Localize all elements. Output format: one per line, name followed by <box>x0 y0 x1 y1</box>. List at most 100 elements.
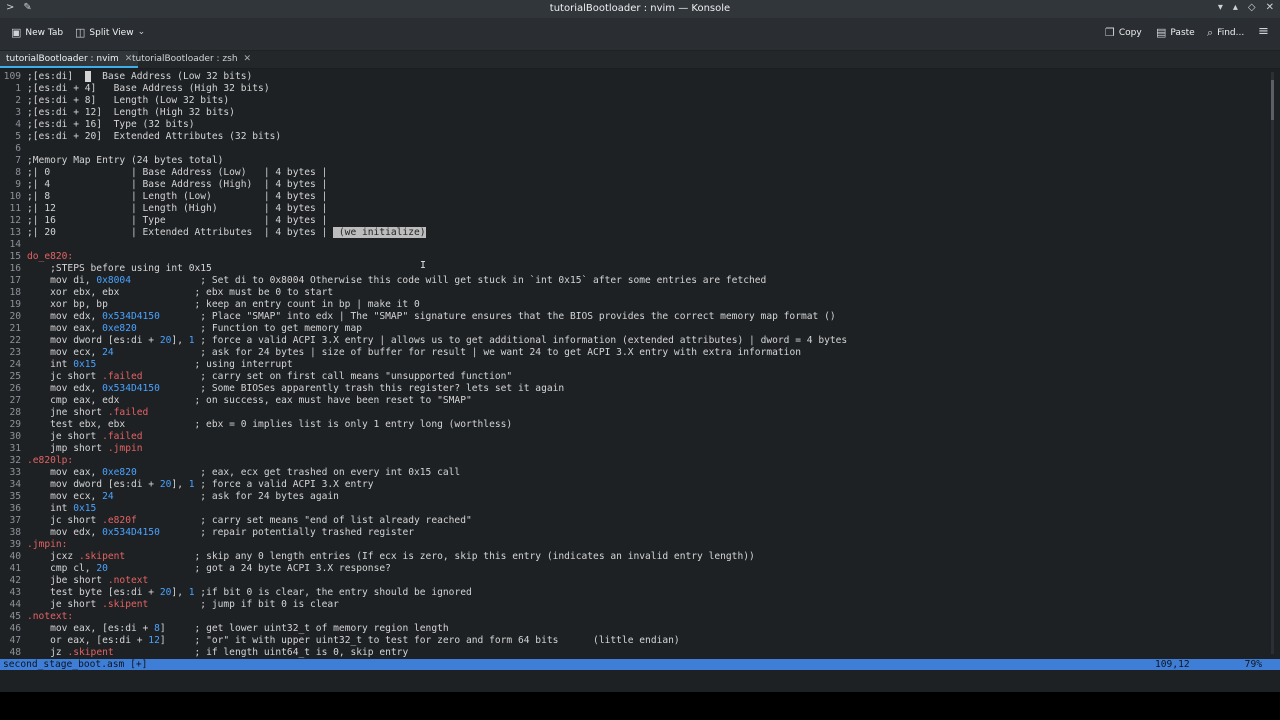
code-line[interactable]: 48 jz .skipent ; if length uint64_t is 0… <box>0 647 408 659</box>
code-line[interactable]: 37 jc short .e820f ; carry set means "en… <box>0 515 471 527</box>
code-token: mov edx, <box>27 527 103 538</box>
code-line[interactable]: 38 mov edx, 0x534D4150 ; repair potentia… <box>0 527 414 539</box>
title-bar: > ✎ tutorialBootloader : nvim — Konsole … <box>0 0 1280 18</box>
code-line[interactable]: 43 test byte [es:di + 20], 1 ;if bit 0 i… <box>0 587 471 599</box>
find-label: Find... <box>1217 27 1245 38</box>
code-token: ; repair potentially trashed register <box>159 527 415 538</box>
code-line[interactable]: 109 ;[es:di] Base Address (Low 32 bits) <box>0 71 252 83</box>
code-line[interactable]: 13 ;| 20 | Extended Attributes | 4 bytes … <box>0 227 426 239</box>
code-line[interactable]: 18 xor ebx, ebx ; ebx must be 0 to start <box>0 287 333 299</box>
scrollbar-track[interactable] <box>1271 72 1274 654</box>
copy-button[interactable]: ❐ Copy <box>1105 27 1142 38</box>
find-button[interactable]: ⌕ Find... <box>1207 27 1244 38</box>
code-line[interactable]: 6 <box>0 143 27 155</box>
code-line[interactable]: 39 .jmpin: <box>0 539 67 551</box>
code-line[interactable]: 22 mov dword [es:di + 20], 1 ; force a v… <box>0 335 847 347</box>
split-view-label: Split View <box>89 27 134 38</box>
code-line[interactable]: 19 xor bp, bp ; keep an entry count in b… <box>0 299 419 311</box>
code-token: mov ecx, <box>27 347 103 358</box>
tab-nvim[interactable]: tutorialBootloader : nvim ✕ <box>0 51 139 68</box>
code-line[interactable]: 45 .notext: <box>0 611 73 623</box>
code-line[interactable]: 21 mov eax, 0xe820 ; Function to get mem… <box>0 323 362 335</box>
new-tab-button[interactable]: ▣ New Tab <box>11 27 63 38</box>
command-line[interactable] <box>0 670 1280 692</box>
new-tab-label: New Tab <box>25 27 64 38</box>
code-line[interactable]: 10 ;| 8 | Length (Low) | 4 bytes | <box>0 191 327 203</box>
code-line[interactable]: 27 cmp eax, edx ; on success, eax must h… <box>0 395 471 407</box>
code-line[interactable]: 28 jne short .failed <box>0 407 148 419</box>
split-view-button[interactable]: ◫ Split View ⌄ <box>75 27 145 38</box>
code-line[interactable]: 41 cmp cl, 20 ; got a 24 byte ACPI 3.X r… <box>0 563 391 575</box>
code-line[interactable]: 44 je short .skipent ; jump if bit 0 is … <box>0 599 338 611</box>
hamburger-menu-button[interactable]: ≡ <box>1258 25 1269 38</box>
line-number: 28 <box>9 407 21 418</box>
line-number: 30 <box>9 431 21 442</box>
expand-icon[interactable]: ▴ <box>1233 2 1238 13</box>
nvim-editor[interactable]: 109 ;[es:di] Base Address (Low 32 bits) 1;… <box>0 69 1280 659</box>
code-line[interactable]: 7 ;Memory Map Entry (24 bytes total) <box>0 155 223 167</box>
code-line[interactable]: 16 ;STEPS before using int 0x15 <box>0 263 211 275</box>
code-line[interactable]: 20 mov edx, 0x534D4150 ; Place "SMAP" in… <box>0 311 835 323</box>
window-title: tutorialBootloader : nvim — Konsole <box>549 3 731 14</box>
code-line[interactable]: 33 mov eax, 0xe820 ; eax, ecx get trashe… <box>0 467 460 479</box>
code-line[interactable]: 3 ;[es:di + 12] Length (High 32 bits) <box>0 107 235 119</box>
scrollbar-thumb[interactable] <box>1271 80 1274 120</box>
code-line[interactable]: 25 jc short .failed ; carry set on first… <box>0 371 512 383</box>
line-number: 18 <box>9 287 21 298</box>
code-line[interactable]: 40 jcxz .skipent ; skip any 0 length ent… <box>0 551 754 563</box>
paste-button[interactable]: ▤ Paste <box>1156 27 1195 38</box>
code-line[interactable]: 14 <box>0 239 27 251</box>
code-line[interactable]: 17 mov di, 0x8004 ; Set di to 0x8004 Oth… <box>0 275 766 287</box>
code-token: ; ask for 24 bytes | size of buffer for … <box>113 347 801 358</box>
maximize-icon[interactable]: ◇ <box>1248 2 1256 13</box>
status-line: second_stage_boot.asm [+] 109,12 79% <box>0 659 1280 670</box>
code-token: ;| 12 | Length (High) | 4 bytes | <box>27 203 328 214</box>
collapse-icon[interactable]: ▾ <box>1218 2 1223 13</box>
line-number: 37 <box>9 515 21 526</box>
code-line[interactable]: 12 ;| 16 | Type | 4 bytes | <box>0 215 327 227</box>
code-line[interactable]: 11 ;| 12 | Length (High) | 4 bytes | <box>0 203 327 215</box>
code-token: 0x15 <box>73 359 97 370</box>
code-line[interactable]: 4 ;[es:di + 16] Type (32 bits) <box>0 119 194 131</box>
code-line[interactable]: 31 jmp short .jmpin <box>0 443 142 455</box>
line-number: 32 <box>9 455 21 466</box>
code-line[interactable]: 36 int 0x15 <box>0 503 96 515</box>
code-line[interactable]: 32 .e820lp: <box>0 455 73 467</box>
code-token: ;| 4 | Base Address (High) | 4 bytes | <box>27 179 328 190</box>
code-token: je short <box>27 431 103 442</box>
code-line[interactable]: 5 ;[es:di + 20] Extended Attributes (32 b… <box>0 131 281 143</box>
code-line[interactable]: 23 mov ecx, 24 ; ask for 24 bytes | size… <box>0 347 801 359</box>
code-line[interactable]: 35 mov ecx, 24 ; ask for 24 bytes again <box>0 491 338 503</box>
code-token: .failed <box>107 407 149 418</box>
code-token: 0x534D4150 <box>102 383 160 394</box>
line-number: 9 <box>15 179 21 190</box>
code-line[interactable]: 9 ;| 4 | Base Address (High) | 4 bytes | <box>0 179 327 191</box>
code-line[interactable]: 15 do_e820: <box>0 251 73 263</box>
code-line[interactable]: 26 mov edx, 0x534D4150 ; Some BIOSes app… <box>0 383 564 395</box>
code-token: 20 <box>159 587 172 598</box>
line-number: 3 <box>15 107 21 118</box>
tab-zsh[interactable]: tutorialBootloader : zsh ✕ <box>126 51 257 68</box>
code-token: mov eax, [es:di + <box>27 623 155 634</box>
code-line[interactable]: 47 or eax, [es:di + 12] ; "or" it with u… <box>0 635 679 647</box>
code-line[interactable]: 29 test ebx, ebx ; ebx = 0 implies list … <box>0 419 512 431</box>
code-line[interactable]: 24 int 0x15 ; using interrupt <box>0 359 292 371</box>
code-line[interactable]: 42 jbe short .notext <box>0 575 148 587</box>
status-cursor-position: 109,12 <box>1155 659 1190 670</box>
code-token: .notext <box>107 575 149 586</box>
code-token: or eax, [es:di + <box>27 635 149 646</box>
code-line[interactable]: 8 ;| 0 | Base Address (Low) | 4 bytes | <box>0 167 327 179</box>
code-token: ; carry set on first call means "unsuppo… <box>142 371 513 382</box>
close-icon[interactable]: ✕ <box>1266 2 1274 13</box>
split-view-icon: ◫ <box>75 26 86 39</box>
code-token: ; got a 24 byte ACPI 3.X response? <box>107 563 391 574</box>
code-line[interactable]: 30 je short .failed <box>0 431 142 443</box>
close-tab-icon[interactable]: ✕ <box>244 54 252 64</box>
code-token: ; if length uint64_t is 0, skip entry <box>113 647 409 658</box>
code-line[interactable]: 1 ;[es:di + 4] Base Address (High 32 bits… <box>0 83 269 95</box>
line-number: 29 <box>9 419 21 430</box>
code-line[interactable]: 2 ;[es:di + 8] Length (Low 32 bits) <box>0 95 229 107</box>
code-line[interactable]: 46 mov eax, [es:di + 8] ; get lower uint… <box>0 623 448 635</box>
status-scroll-percent: 79% <box>1244 659 1262 670</box>
code-line[interactable]: 34 mov dword [es:di + 20], 1 ; force a v… <box>0 479 373 491</box>
